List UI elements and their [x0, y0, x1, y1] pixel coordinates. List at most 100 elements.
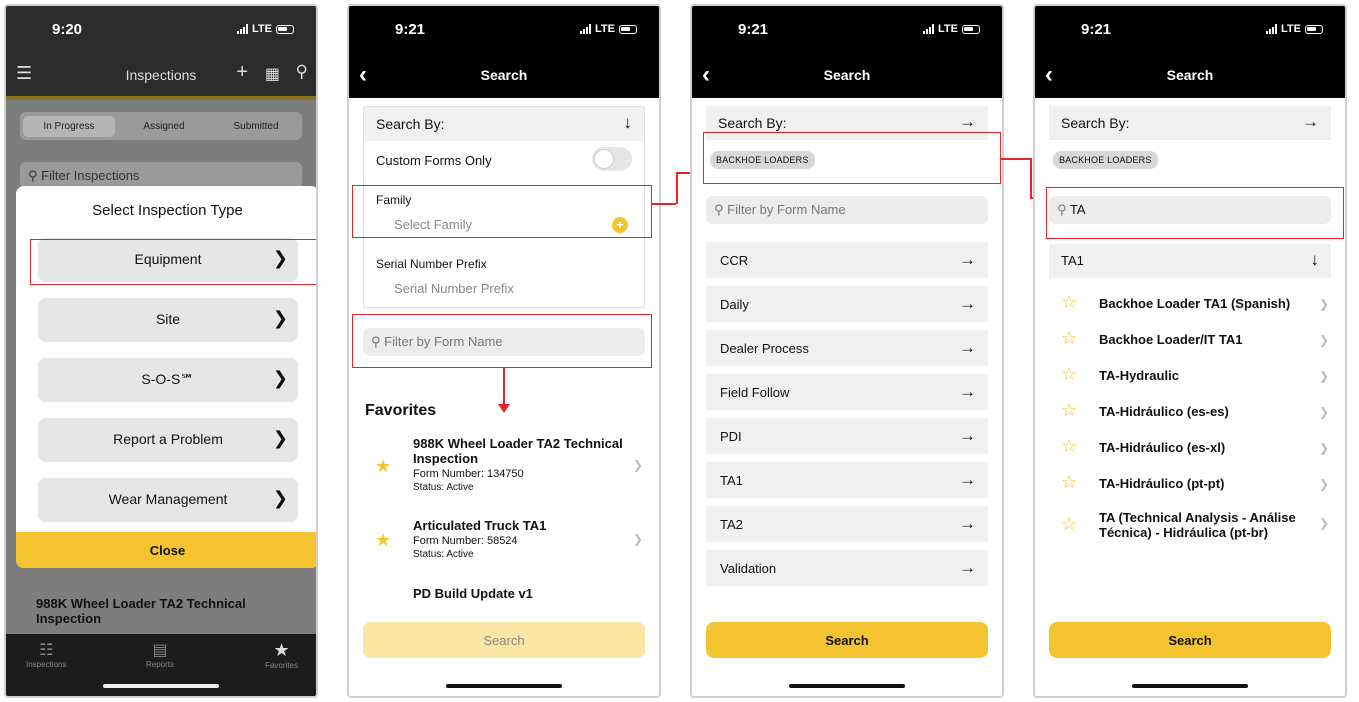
search-by-panel: Search By: ↓ Custom Forms Only Family Se… — [363, 106, 645, 308]
nav-label: Reports — [146, 660, 175, 669]
add-icon[interactable]: + — [236, 61, 248, 84]
star-icon: ★ — [273, 640, 290, 660]
report-problem-button[interactable]: Report a Problem ❯ — [38, 418, 298, 462]
nav-favorites[interactable]: ★ Favorites — [265, 640, 298, 670]
result-item[interactable]: ☆ TA-Hydraulic ❯ — [1061, 364, 1331, 390]
filter-inspections-input[interactable]: ⚲ Filter Inspections — [20, 162, 302, 188]
chevron-right-icon: ❯ — [632, 458, 643, 472]
category-row-pdi[interactable]: PDI → — [706, 418, 988, 454]
category-row-ta1[interactable]: TA1 → — [706, 462, 988, 498]
star-outline-icon[interactable]: ☆ — [1061, 400, 1077, 421]
signal-icon — [923, 24, 935, 34]
group-header-ta1[interactable]: TA1 ↓ — [1049, 244, 1331, 278]
equipment-button[interactable]: Equipment ❯ — [38, 238, 298, 282]
result-item[interactable]: ☆ Backhoe Loader/IT TA1 ❯ — [1061, 328, 1331, 354]
chevron-right-icon: ❯ — [1318, 369, 1329, 383]
sos-button[interactable]: S-O-S℠ ❯ — [38, 358, 298, 402]
status-bar: 9:20 LTE — [6, 6, 316, 52]
star-outline-icon[interactable]: ☆ — [1061, 436, 1077, 457]
search-button[interactable]: Search — [706, 622, 988, 658]
result-item[interactable]: ☆ Backhoe Loader TA1 (Spanish) ❯ — [1061, 292, 1331, 318]
filter-form-name-input[interactable]: ⚲ Filter by Form Name — [363, 328, 645, 356]
arrow-right-icon: → — [1302, 112, 1319, 131]
signal-indicator: LTE — [237, 23, 294, 35]
filter-placeholder: Filter by Form Name — [727, 202, 846, 217]
search-by-header[interactable]: Search By: → — [1049, 106, 1331, 140]
status-time: 9:20 — [52, 21, 83, 38]
star-filled-icon[interactable]: ★ — [375, 456, 391, 477]
flow-connector — [676, 172, 678, 204]
category-row-ta2[interactable]: TA2 → — [706, 506, 988, 542]
category-row-ccr[interactable]: CCR → — [706, 242, 988, 278]
nav-reports[interactable]: ▤ Reports — [146, 640, 174, 669]
favorite-title: 988K Wheel Loader TA2 Technical Inspecti… — [413, 436, 623, 466]
chevron-right-icon: ❯ — [272, 248, 288, 268]
star-outline-icon[interactable]: ☆ — [1061, 364, 1077, 385]
search-by-header[interactable]: Search By: → — [706, 106, 988, 140]
search-button-disabled[interactable]: Search — [363, 622, 645, 658]
page-title: Search — [1166, 67, 1214, 83]
network-label: LTE — [1281, 23, 1301, 35]
close-button[interactable]: Close — [16, 532, 316, 568]
favorite-item[interactable]: ★ 988K Wheel Loader TA2 Technical Inspec… — [375, 436, 645, 498]
result-item[interactable]: ☆ TA-Hidráulico (es-es) ❯ — [1061, 400, 1331, 426]
chevron-right-icon: ❯ — [272, 488, 288, 508]
home-indicator — [103, 684, 219, 688]
screen-search-results: 9:21 LTE ‹ Search Search By: → BACKHOE L… — [1033, 4, 1347, 698]
category-row-field-follow[interactable]: Field Follow → — [706, 374, 988, 410]
option-label: S-O-S℠ — [141, 371, 195, 387]
battery-icon — [1305, 24, 1323, 34]
signal-indicator: LTE — [1266, 23, 1323, 35]
arrow-right-icon: → — [959, 558, 976, 577]
home-indicator — [1132, 684, 1248, 688]
serial-prefix-input[interactable]: Serial Number Prefix — [394, 281, 514, 296]
background-inspection-title[interactable]: 988K Wheel Loader TA2 Technical Inspecti… — [36, 596, 286, 626]
search-icon[interactable]: ⚲ — [296, 62, 308, 82]
tab-assigned[interactable]: Assigned — [118, 121, 210, 132]
category-label: TA2 — [720, 517, 743, 532]
arrow-down-icon: ↓ — [1310, 250, 1320, 269]
tab-in-progress[interactable]: In Progress — [23, 115, 115, 137]
star-outline-icon[interactable]: ☆ — [1061, 472, 1077, 493]
search-by-header[interactable]: Search By: ↓ — [364, 107, 644, 141]
category-row-dealer-process[interactable]: Dealer Process → — [706, 330, 988, 366]
wear-management-button[interactable]: Wear Management ❯ — [38, 478, 298, 522]
category-row-daily[interactable]: Daily → — [706, 286, 988, 322]
star-filled-icon[interactable]: ★ — [375, 530, 391, 551]
add-family-icon[interactable]: + — [612, 217, 628, 233]
favorite-item[interactable]: PD Build Update v1 — [379, 586, 645, 606]
result-item[interactable]: ☆ TA-Hidráulico (pt-pt) ❯ — [1061, 472, 1331, 498]
category-label: Field Follow — [720, 385, 790, 400]
result-title: TA (Technical Analysis - Análise Técnica… — [1099, 510, 1296, 540]
filter-placeholder: Filter Inspections — [41, 168, 140, 183]
tab-submitted[interactable]: Submitted — [210, 121, 302, 132]
family-select[interactable]: Select Family — [394, 217, 472, 232]
battery-icon — [962, 24, 980, 34]
category-label: Validation — [720, 561, 777, 576]
search-header: ‹ Search — [692, 52, 1002, 98]
site-button[interactable]: Site ❯ — [38, 298, 298, 342]
chip-label: BACKHOE LOADERS — [710, 151, 815, 169]
network-label: LTE — [595, 23, 615, 35]
star-outline-icon[interactable]: ☆ — [1061, 514, 1077, 535]
custom-forms-toggle[interactable] — [592, 147, 632, 171]
nav-inspections[interactable]: ☷ Inspections — [26, 640, 66, 669]
result-item[interactable]: ☆ TA-Hidráulico (es-xl) ❯ — [1061, 436, 1331, 462]
star-outline-icon[interactable]: ☆ — [1061, 328, 1077, 349]
flow-arrow-line — [503, 368, 505, 406]
family-chip[interactable]: BACKHOE LOADERS — [710, 150, 815, 169]
star-outline-icon[interactable]: ☆ — [1061, 292, 1077, 313]
category-row-validation[interactable]: Validation → — [706, 550, 988, 586]
filter-form-name-input[interactable]: ⚲ TA — [1049, 196, 1331, 224]
family-chip[interactable]: BACKHOE LOADERS — [1053, 150, 1158, 169]
search-button[interactable]: Search — [1049, 622, 1331, 658]
search-by-label: Search By: — [718, 115, 787, 131]
favorite-status: Status: Active — [413, 549, 474, 560]
chevron-right-icon: ❯ — [272, 368, 288, 388]
result-item[interactable]: ☆ TA (Technical Analysis - Análise Técni… — [1061, 508, 1331, 548]
screen-search-categories: 9:21 LTE ‹ Search Search By: → BACKHOE L… — [690, 4, 1004, 698]
qr-code-icon[interactable]: ▦ — [265, 64, 280, 84]
favorite-item[interactable]: ★ Articulated Truck TA1 Form Number: 585… — [375, 518, 645, 568]
search-header: ‹ Search — [349, 52, 659, 98]
filter-form-name-input[interactable]: ⚲ Filter by Form Name — [706, 196, 988, 224]
